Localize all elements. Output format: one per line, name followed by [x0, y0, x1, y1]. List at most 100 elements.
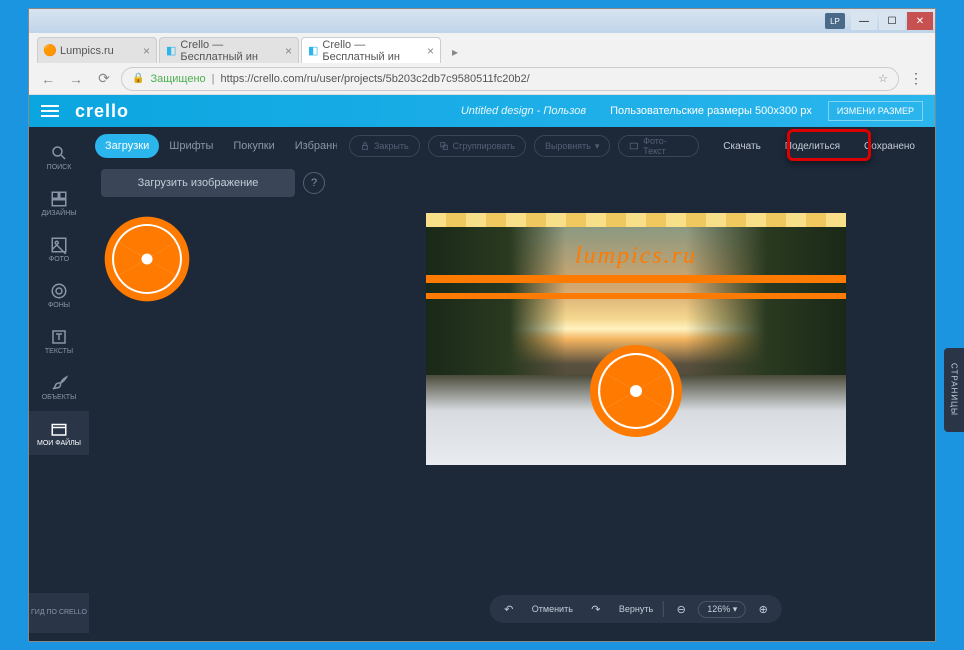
- design-canvas[interactable]: lumpics.ru: [426, 213, 846, 465]
- sidebar-label: ФОНЫ: [48, 302, 70, 309]
- align-button[interactable]: Выровнять ▾: [534, 135, 610, 157]
- panel-tab-purchases[interactable]: Покупки: [223, 134, 284, 158]
- sidebar-item-photo[interactable]: ФОТО: [29, 227, 89, 271]
- lock-icon: 🔒: [132, 73, 144, 84]
- url-field[interactable]: 🔒 Защищено | https://crello.com/ru/user/…: [121, 67, 899, 91]
- sidebar-label: ФОТО: [49, 256, 69, 263]
- panel-tabs: Загрузки Шрифты Покупки Избранное: [89, 127, 337, 165]
- zoom-level[interactable]: 126% ▾: [698, 601, 746, 618]
- browser-tabstrip: 🟠 Lumpics.ru × ◧ Crello — Бесплатный ин …: [29, 33, 935, 63]
- left-sidebar: ПОИСК ДИЗАЙНЫ ФОТО ФОНЫ ТЕКСТЫ ОБЪЕКТЫ: [29, 127, 89, 641]
- canvas-text[interactable]: lumpics.ru: [426, 243, 846, 270]
- canvas-logo-element[interactable]: [586, 341, 686, 441]
- close-tab-icon[interactable]: ×: [427, 44, 434, 58]
- canvas-stripe: [426, 275, 846, 283]
- guide-button[interactable]: ГИД ПО CRELLO: [29, 593, 89, 633]
- browser-menu-button[interactable]: ⋮: [905, 68, 927, 90]
- window-maximize-button[interactable]: ☐: [879, 12, 905, 30]
- canvas-viewport[interactable]: lumpics.ru: [337, 165, 935, 641]
- background-icon: [50, 282, 68, 300]
- assets-panel: Загрузки Шрифты Покупки Избранное Загруз…: [89, 127, 337, 641]
- new-tab-button[interactable]: ▸: [443, 41, 467, 63]
- upload-row: Загрузить изображение ?: [89, 169, 337, 197]
- sidebar-label: ТЕКСТЫ: [45, 348, 73, 355]
- tab-title: Crello — Бесплатный ин: [322, 39, 423, 63]
- browser-tab[interactable]: ◧ Crello — Бесплатный ин ×: [159, 37, 299, 63]
- window-close-button[interactable]: ✕: [907, 12, 933, 30]
- saved-status: Сохранено: [856, 141, 923, 152]
- address-bar: ← → ⟳ 🔒 Защищено | https://crello.com/ru…: [29, 63, 935, 95]
- zoom-in-button[interactable]: ⊕: [750, 598, 776, 620]
- window-minimize-button[interactable]: —: [851, 12, 877, 30]
- pages-tab[interactable]: СТРАНИЦЫ: [944, 348, 964, 432]
- zoom-out-button[interactable]: ⊖: [668, 598, 694, 620]
- sidebar-label: ОБЪЕКТЫ: [42, 394, 77, 401]
- panel-tab-fonts[interactable]: Шрифты: [159, 134, 223, 158]
- sidebar-item-search[interactable]: ПОИСК: [29, 135, 89, 179]
- group-button[interactable]: Сгруппировать: [428, 135, 526, 157]
- canvas-decor: [426, 213, 846, 227]
- back-button[interactable]: ←: [37, 68, 59, 90]
- close-tab-icon[interactable]: ×: [285, 44, 292, 58]
- redo-button[interactable]: ↷: [583, 598, 609, 620]
- editor-toolbar: Закрыть Сгруппировать Выровнять ▾ Фото-Т…: [337, 127, 935, 165]
- undo-button[interactable]: ↶: [496, 598, 522, 620]
- files-icon: [50, 420, 68, 438]
- search-icon: [50, 144, 68, 162]
- panel-tab-uploads[interactable]: Загрузки: [95, 134, 159, 158]
- menu-icon[interactable]: [41, 105, 59, 117]
- favicon-icon: ◧: [166, 45, 176, 57]
- os-titlebar: LP — ☐ ✕: [29, 9, 935, 33]
- bookmark-icon[interactable]: ☆: [878, 72, 888, 85]
- sidebar-item-designs[interactable]: ДИЗАЙНЫ: [29, 181, 89, 225]
- phototext-icon: [629, 141, 639, 151]
- sidebar-label: МОИ ФАЙЛЫ: [37, 440, 81, 447]
- group-icon: [439, 141, 449, 151]
- canvas-stripe: [426, 293, 846, 299]
- canvas-size-label: Пользовательские размеры 500x300 px: [610, 105, 812, 117]
- text-icon: [50, 328, 68, 346]
- close-tab-icon[interactable]: ×: [143, 44, 150, 58]
- sidebar-item-objects[interactable]: ОБЪЕКТЫ: [29, 365, 89, 409]
- sidebar-item-backgrounds[interactable]: ФОНЫ: [29, 273, 89, 317]
- resize-button[interactable]: ИЗМЕНИ РАЗМЕР: [828, 101, 923, 121]
- forward-button[interactable]: →: [65, 68, 87, 90]
- app-content: ПОИСК ДИЗАЙНЫ ФОТО ФОНЫ ТЕКСТЫ ОБЪЕКТЫ: [29, 127, 935, 641]
- help-icon[interactable]: ?: [303, 172, 325, 194]
- phototext-button[interactable]: Фото-Текст: [618, 135, 699, 157]
- sidebar-item-myfiles[interactable]: МОИ ФАЙЛЫ: [29, 411, 89, 455]
- bottom-controls: ↶ Отменить ↷ Вернуть ⊖ 126% ▾ ⊕: [490, 595, 782, 623]
- undo-label[interactable]: Отменить: [526, 598, 579, 620]
- app-header: crello Untitled design - Пользов Пользов…: [29, 95, 935, 127]
- reload-button[interactable]: ⟳: [93, 68, 115, 90]
- image-icon: [50, 236, 68, 254]
- url-text: https://crello.com/ru/user/projects/5b20…: [221, 73, 530, 85]
- canvas-area: Закрыть Сгруппировать Выровнять ▾ Фото-Т…: [337, 127, 935, 641]
- sidebar-label: ПОИСК: [47, 164, 72, 171]
- app-logo: crello: [75, 101, 129, 122]
- user-badge: LP: [825, 13, 845, 29]
- lock-button[interactable]: Закрыть: [349, 135, 420, 157]
- redo-label[interactable]: Вернуть: [613, 598, 659, 620]
- sidebar-label: ДИЗАЙНЫ: [42, 210, 77, 217]
- browser-tab-active[interactable]: ◧ Crello — Бесплатный ин ×: [301, 37, 441, 63]
- download-button[interactable]: Скачать: [715, 141, 769, 152]
- secure-label: Защищено: [150, 73, 205, 85]
- chevron-down-icon: ▾: [595, 141, 600, 152]
- share-button[interactable]: Поделиться: [777, 141, 848, 152]
- tab-title: Crello — Бесплатный ин: [180, 39, 281, 63]
- uploaded-image-thumb[interactable]: [101, 213, 193, 305]
- lock-icon: [360, 141, 370, 151]
- upload-button[interactable]: Загрузить изображение: [101, 169, 295, 197]
- divider: [663, 601, 664, 617]
- guide-label: ГИД ПО CRELLO: [31, 609, 87, 617]
- tab-title: Lumpics.ru: [60, 45, 114, 57]
- layout-icon: [50, 190, 68, 208]
- uploads-grid: [89, 197, 337, 326]
- brush-icon: [50, 374, 68, 392]
- sidebar-item-texts[interactable]: ТЕКСТЫ: [29, 319, 89, 363]
- document-title[interactable]: Untitled design - Пользов: [461, 105, 586, 117]
- favicon-icon: 🟠: [44, 45, 56, 57]
- browser-tab[interactable]: 🟠 Lumpics.ru ×: [37, 37, 157, 63]
- browser-window: LP — ☐ ✕ 🟠 Lumpics.ru × ◧ Crello — Беспл…: [28, 8, 936, 642]
